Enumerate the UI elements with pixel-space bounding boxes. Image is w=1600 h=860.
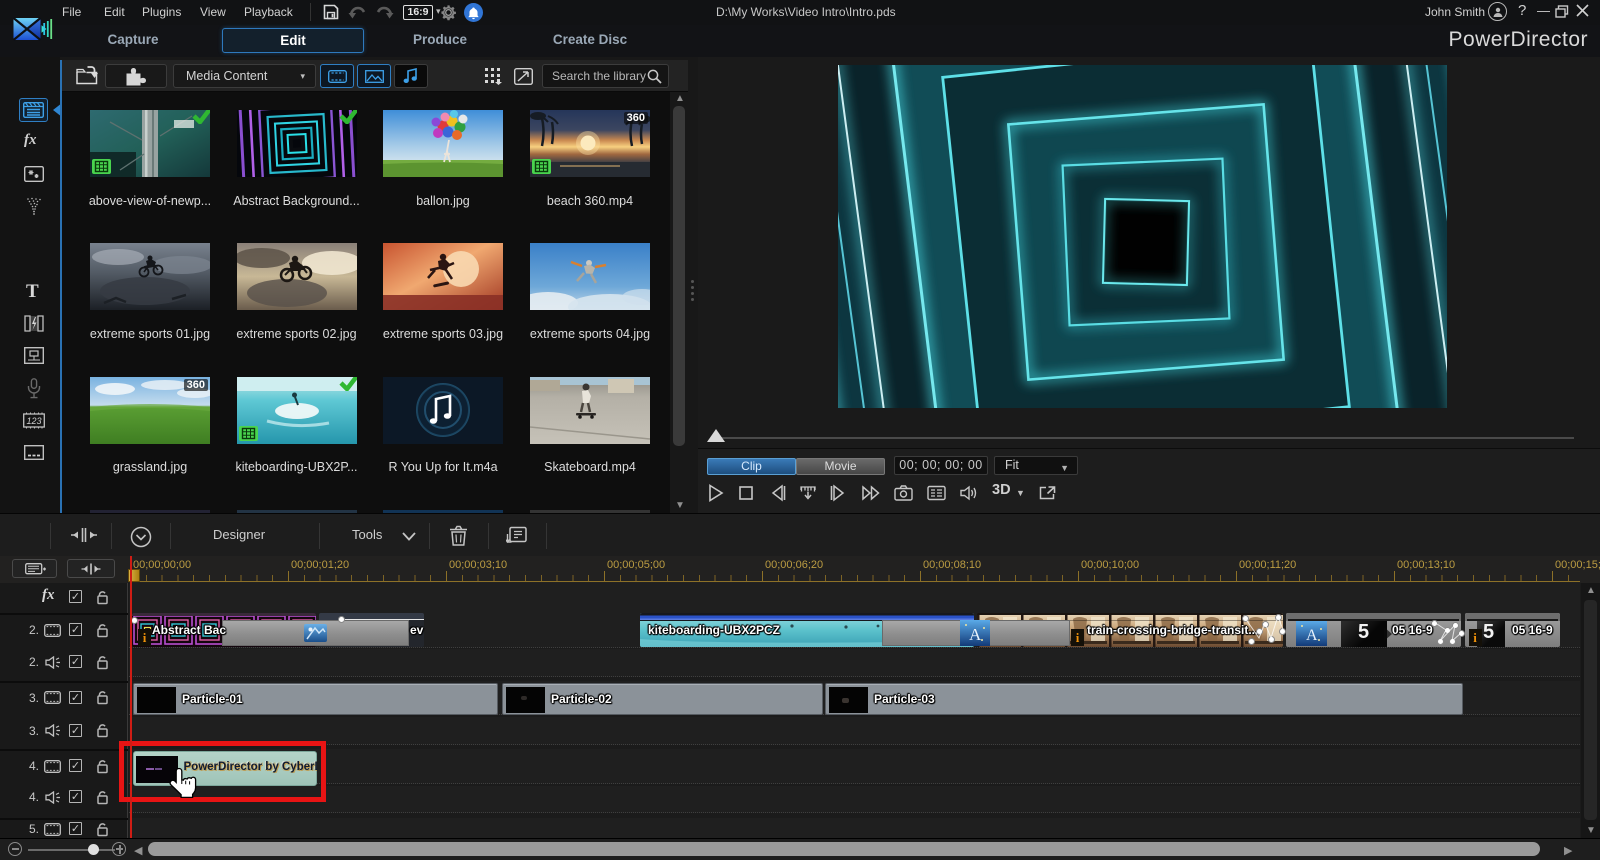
svg-text:A: A xyxy=(1306,627,1318,644)
svg-text:A: A xyxy=(969,625,982,644)
svg-text:123: 123 xyxy=(27,416,42,426)
